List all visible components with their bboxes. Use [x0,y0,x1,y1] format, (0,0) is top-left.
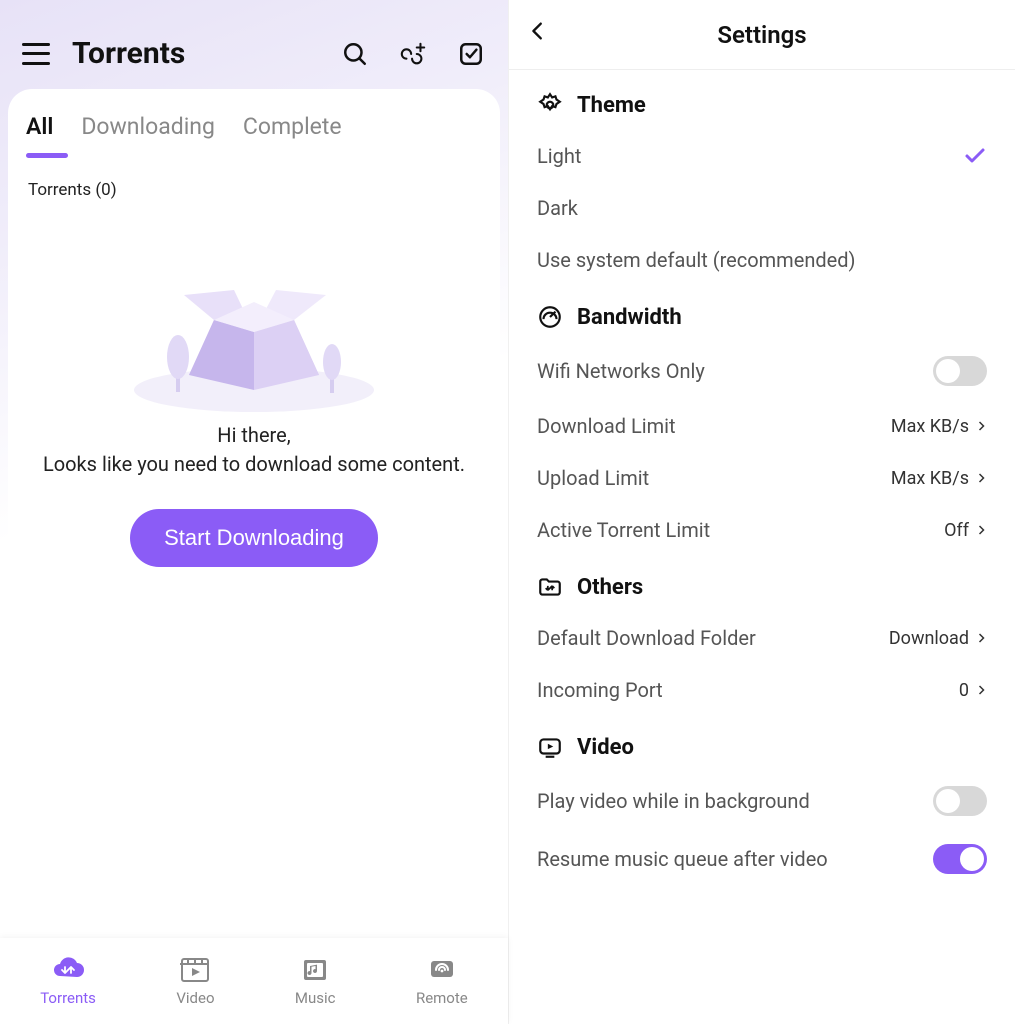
torrents-count: Torrents (0) [28,180,482,200]
theme-system-label: Use system default (recommended) [537,248,856,272]
settings-screen: Settings Theme Light Dark Use system def… [508,0,1015,1024]
resume-music-toggle[interactable] [933,844,987,874]
tab-all[interactable]: All [26,113,53,158]
download-limit-value: Max KB/s [891,416,969,437]
setting-incoming-port[interactable]: Incoming Port 0 [537,664,987,716]
section-others: Others [537,574,987,600]
music-icon [298,955,332,985]
start-downloading-button[interactable]: Start Downloading [130,509,378,567]
torrents-header: Torrents [0,0,508,89]
remote-icon [425,955,459,985]
default-folder-label: Default Download Folder [537,626,756,650]
chevron-right-icon [975,472,987,484]
folder-icon [537,574,563,600]
nav-video[interactable]: Video [176,955,214,1007]
section-bandwidth-label: Bandwidth [577,305,682,330]
tab-downloading[interactable]: Downloading [81,113,215,158]
nav-remote-label: Remote [416,989,468,1007]
setting-active-torrent-limit[interactable]: Active Torrent Limit Off [537,504,987,556]
empty-state: Hi there, Looks like you need to downloa… [26,240,482,567]
settings-header: Settings [509,0,1015,70]
cloud-download-icon [51,955,85,985]
section-bandwidth: Bandwidth [537,304,987,330]
upload-limit-value: Max KB/s [891,468,969,489]
active-limit-label: Active Torrent Limit [537,518,710,542]
torrents-title: Torrents [72,36,185,71]
theme-option-dark[interactable]: Dark [537,182,987,234]
menu-icon[interactable] [22,43,50,65]
setting-bg-play[interactable]: Play video while in background [537,772,987,830]
nav-torrents[interactable]: Torrents [40,955,96,1007]
theme-option-light[interactable]: Light [537,130,987,182]
section-theme-label: Theme [577,93,646,118]
video-play-icon [537,734,563,760]
bottom-nav: Torrents Video Music Remote [0,938,508,1024]
nav-video-label: Video [176,989,214,1007]
gauge-icon [537,304,563,330]
theme-option-system[interactable]: Use system default (recommended) [537,234,987,286]
empty-line1: Hi there, [217,423,290,447]
active-limit-value: Off [944,520,969,541]
chevron-right-icon [975,524,987,536]
nav-music-label: Music [295,989,336,1007]
bg-play-label: Play video while in background [537,789,810,813]
incoming-port-value: 0 [959,680,969,701]
tab-complete[interactable]: Complete [243,113,342,158]
nav-remote[interactable]: Remote [416,955,468,1007]
section-video-label: Video [577,735,634,760]
setting-default-folder[interactable]: Default Download Folder Download [537,612,987,664]
bg-play-toggle[interactable] [933,786,987,816]
wifi-only-toggle[interactable] [933,356,987,386]
check-icon [963,144,987,168]
wifi-only-label: Wifi Networks Only [537,359,705,383]
empty-line2: Looks like you need to download some con… [43,452,465,476]
setting-resume-music[interactable]: Resume music queue after video [537,830,987,888]
resume-music-label: Resume music queue after video [537,847,828,871]
back-icon[interactable] [527,20,555,48]
default-folder-value: Download [889,628,969,649]
section-theme: Theme [537,92,987,118]
video-icon [178,955,212,985]
nav-torrents-label: Torrents [40,989,96,1007]
incoming-port-label: Incoming Port [537,678,663,702]
chevron-right-icon [975,632,987,644]
chevron-right-icon [975,684,987,696]
upload-limit-label: Upload Limit [537,466,649,490]
add-link-icon[interactable] [398,39,428,69]
section-video: Video [537,734,987,760]
chevron-right-icon [975,420,987,432]
search-icon[interactable] [340,39,370,69]
settings-body[interactable]: Theme Light Dark Use system default (rec… [509,70,1015,1024]
download-limit-label: Download Limit [537,414,676,438]
settings-title: Settings [717,21,806,49]
theme-light-label: Light [537,144,581,168]
torrents-screen: Torrents All Downloading Complete Torren… [0,0,508,1024]
select-icon[interactable] [456,39,486,69]
section-others-label: Others [577,575,643,600]
filter-tabs: All Downloading Complete [26,113,482,158]
nav-music[interactable]: Music [295,955,336,1007]
theme-icon [537,92,563,118]
torrents-card: All Downloading Complete Torrents (0) [8,89,500,1024]
theme-dark-label: Dark [537,196,578,220]
setting-upload-limit[interactable]: Upload Limit Max KB/s [537,452,987,504]
empty-box-icon [114,240,394,415]
setting-download-limit[interactable]: Download Limit Max KB/s [537,400,987,452]
setting-wifi-only[interactable]: Wifi Networks Only [537,342,987,400]
